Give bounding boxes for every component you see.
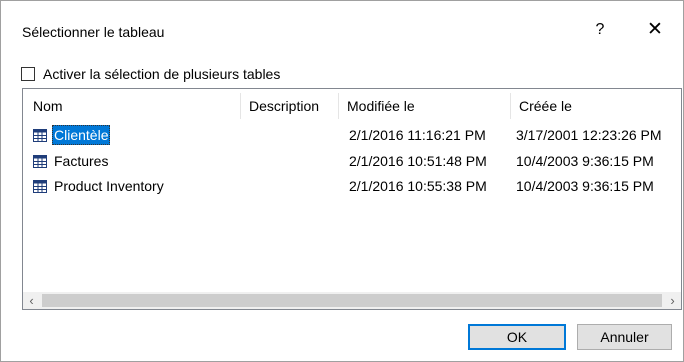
table-modified: 2/1/2016 10:51:48 PM [349, 153, 487, 169]
cancel-button[interactable]: Annuler [577, 324, 672, 350]
column-divider[interactable] [338, 93, 339, 119]
table-modified: 2/1/2016 11:16:21 PM [349, 127, 486, 143]
table-row[interactable]: Factures 2/1/2016 10:51:48 PM 10/4/2003 … [23, 150, 663, 172]
ok-button[interactable]: OK [468, 324, 566, 350]
multi-select-option[interactable]: Activer la sélection de plusieurs tables [21, 65, 280, 83]
column-header-description[interactable]: Description [242, 89, 338, 119]
table-name-cell[interactable]: Product Inventory [33, 175, 166, 197]
close-button[interactable]: ✕ [641, 19, 669, 41]
table-list-header: Nom Description Modifiée le Créée le [23, 89, 681, 119]
table-modified: 2/1/2016 10:55:38 PM [349, 178, 487, 194]
table-row[interactable]: Clientèle 2/1/2016 11:16:21 PM 3/17/2001… [23, 124, 663, 146]
column-divider[interactable] [240, 93, 241, 119]
table-name[interactable]: Factures [52, 151, 110, 171]
table-icon [33, 128, 47, 142]
table-icon [33, 179, 47, 193]
table-created: 10/4/2003 9:36:15 PM [516, 153, 654, 169]
table-icon [33, 154, 47, 168]
scroll-left-icon[interactable]: ‹ [23, 292, 40, 309]
table-name[interactable]: Clientèle [52, 125, 111, 145]
column-divider[interactable] [510, 93, 511, 119]
title-bar: Sélectionner le tableau ? ✕ [1, 1, 683, 45]
table-row[interactable]: Product Inventory 2/1/2016 10:55:38 PM 1… [23, 175, 663, 197]
table-name-cell[interactable]: Factures [33, 150, 110, 172]
help-button[interactable]: ? [589, 19, 611, 41]
column-header-created[interactable]: Créée le [512, 89, 672, 119]
table-created: 3/17/2001 12:23:26 PM [516, 127, 662, 143]
table-list[interactable]: Nom Description Modifiée le Créée le Cli… [22, 88, 682, 310]
select-table-dialog: Sélectionner le tableau ? ✕ Activer la s… [0, 0, 684, 362]
multi-select-checkbox[interactable] [21, 67, 35, 81]
column-header-name[interactable]: Nom [26, 89, 236, 119]
dialog-title: Sélectionner le tableau [22, 24, 165, 40]
horizontal-scrollbar[interactable]: ‹ › [23, 292, 681, 309]
column-header-modified[interactable]: Modifiée le [340, 89, 512, 119]
scroll-right-icon[interactable]: › [664, 292, 681, 309]
table-name-cell[interactable]: Clientèle [33, 124, 111, 146]
multi-select-label[interactable]: Activer la sélection de plusieurs tables [43, 66, 280, 82]
scrollbar-thumb[interactable] [42, 294, 662, 307]
table-created: 10/4/2003 9:36:15 PM [516, 178, 654, 194]
table-name[interactable]: Product Inventory [52, 176, 166, 196]
